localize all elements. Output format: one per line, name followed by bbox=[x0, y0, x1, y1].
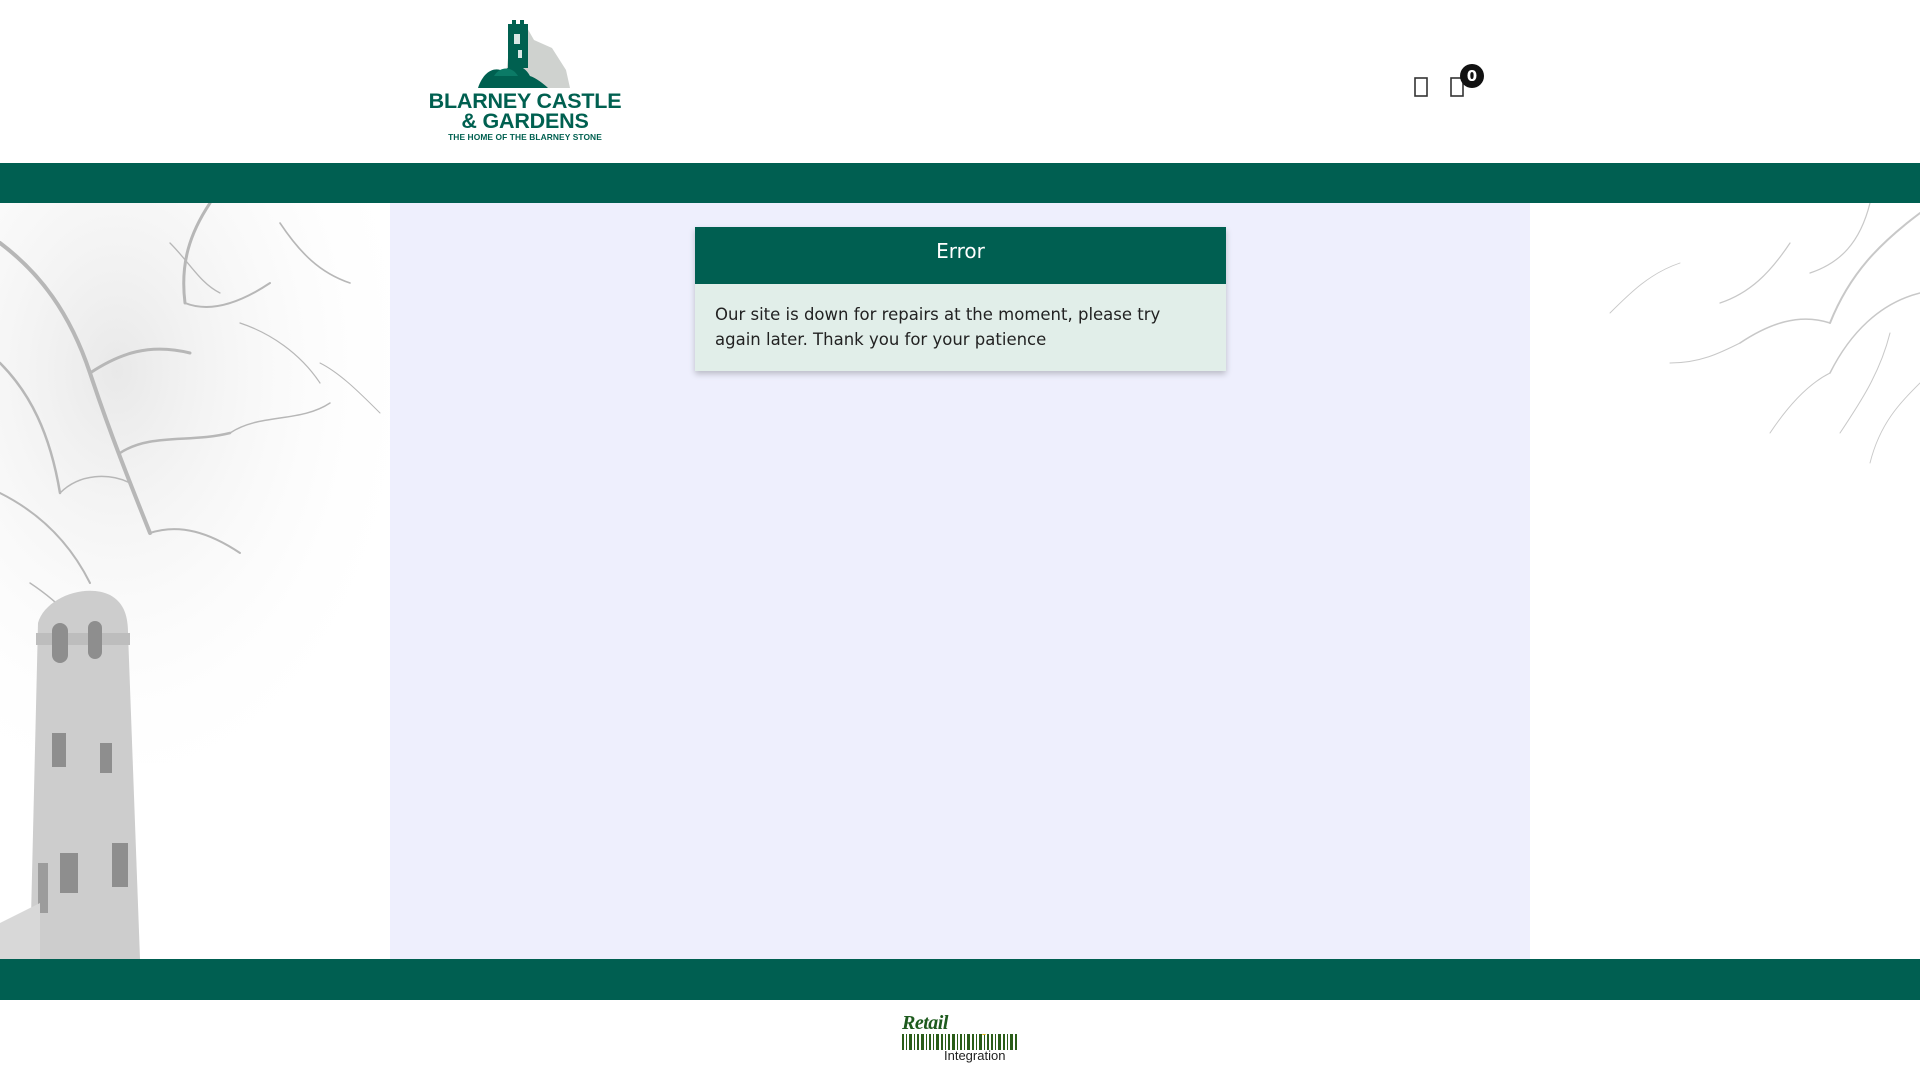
cart-count-badge: 0 bbox=[1460, 64, 1484, 88]
site-footer: Retail Integration bbox=[0, 1000, 1920, 1080]
branches-background-image bbox=[1609, 203, 1920, 464]
error-message: Our site is down for repairs at the mome… bbox=[695, 284, 1226, 371]
castle-logo-icon bbox=[478, 20, 570, 88]
footer-bar bbox=[0, 959, 1920, 1000]
nav-bar bbox=[0, 163, 1920, 203]
error-title: Error bbox=[695, 227, 1226, 284]
content-panel: Error Our site is down for repairs at th… bbox=[390, 203, 1530, 959]
retail-integration-logo[interactable]: Retail Integration bbox=[900, 1012, 1020, 1066]
brand-logo[interactable]: BLARNEY CASTLE & GARDENS THE HOME OF THE… bbox=[424, 18, 626, 146]
footer-logo-word2: Integration bbox=[944, 1048, 1006, 1063]
brand-tagline: THE HOME OF THE BLARNEY STONE bbox=[448, 132, 602, 142]
error-card: Error Our site is down for repairs at th… bbox=[695, 227, 1226, 371]
tower-background-image bbox=[0, 203, 390, 959]
brand-name-line2: & GARDENS bbox=[461, 109, 589, 133]
main-area: Error Our site is down for repairs at th… bbox=[0, 203, 1920, 959]
account-button[interactable] bbox=[1410, 74, 1432, 100]
footer-logo-word1: Retail bbox=[902, 1012, 948, 1034]
user-icon bbox=[1414, 77, 1428, 97]
site-header: BLARNEY CASTLE & GARDENS THE HOME OF THE… bbox=[0, 0, 1920, 163]
